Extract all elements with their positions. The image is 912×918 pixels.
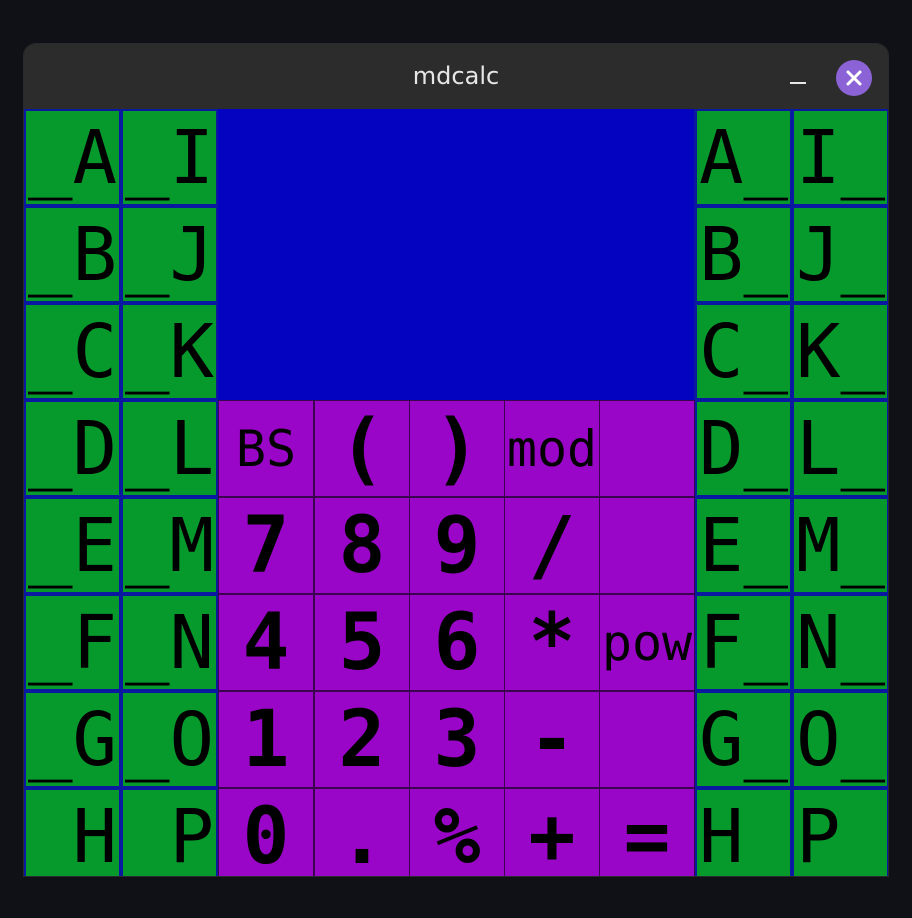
register-button-left[interactable]: _A (24, 109, 121, 206)
keypad-key[interactable]: mod (504, 400, 600, 497)
keypad-key[interactable] (599, 497, 695, 594)
keypad-key[interactable]: 1 (218, 691, 314, 788)
keypad-key[interactable]: 6 (409, 594, 505, 691)
close-icon (846, 70, 862, 86)
register-button-left[interactable]: _O (121, 691, 218, 788)
register-button-left[interactable]: _B (24, 206, 121, 303)
register-button-right[interactable]: E_ (695, 497, 792, 594)
keypad-key[interactable]: 9 (409, 497, 505, 594)
keypad-key[interactable]: pow (599, 594, 695, 691)
keypad-key[interactable]: ( (314, 400, 410, 497)
keypad-key[interactable]: + (504, 788, 600, 876)
register-button-right[interactable]: C_ (695, 303, 792, 400)
register-button-left[interactable]: _N (121, 594, 218, 691)
register-button-right[interactable]: F_ (695, 594, 792, 691)
register-button-right[interactable]: O_ (792, 691, 888, 788)
register-button-right[interactable]: I_ (792, 109, 888, 206)
register-button-right[interactable]: A_ (695, 109, 792, 206)
keypad-key[interactable] (599, 400, 695, 497)
register-button-left[interactable]: _D (24, 400, 121, 497)
register-button-right[interactable]: G_ (695, 691, 792, 788)
keypad-key[interactable]: = (599, 788, 695, 876)
register-button-left[interactable]: _G (24, 691, 121, 788)
calculator-body: _A _I _B _J _C _K _D _L _E _M _F _N _G _O _H _P A_ I_ B_ J_… (24, 109, 888, 876)
register-button-right[interactable]: L_ (792, 400, 888, 497)
keypad-key[interactable]: 3 (409, 691, 505, 788)
keypad-key[interactable]: 5 (314, 594, 410, 691)
keypad-key[interactable]: / (504, 497, 600, 594)
register-button-right[interactable]: H_ (695, 788, 792, 876)
keypad-key[interactable]: % (409, 788, 505, 876)
result-display (218, 109, 694, 400)
register-button-left[interactable]: _E (24, 497, 121, 594)
register-button-right[interactable]: B_ (695, 206, 792, 303)
window-title: mdcalc (412, 62, 500, 90)
register-button-right[interactable]: M_ (792, 497, 888, 594)
register-button-left[interactable]: _I (121, 109, 218, 206)
register-button-left[interactable]: _P (121, 788, 218, 876)
minimize-button[interactable] (784, 63, 812, 91)
title-bar: mdcalc (24, 44, 888, 110)
keypad-key[interactable] (599, 691, 695, 788)
keypad-key[interactable]: 2 (314, 691, 410, 788)
register-button-right[interactable]: K_ (792, 303, 888, 400)
register-button-right[interactable]: P_ (792, 788, 888, 876)
keypad-key[interactable]: . (314, 788, 410, 876)
register-button-left[interactable]: _K (121, 303, 218, 400)
keypad-key[interactable]: 0 (218, 788, 314, 876)
register-button-left[interactable]: _M (121, 497, 218, 594)
register-button-right[interactable]: N_ (792, 594, 888, 691)
keypad-key[interactable]: - (504, 691, 600, 788)
keypad-key[interactable]: 7 (218, 497, 314, 594)
register-button-left[interactable]: _F (24, 594, 121, 691)
keypad-key[interactable]: BS (218, 400, 314, 497)
app-window: mdcalc _A _I _B _J _C _K _D _L _E _M _F _N _G _O _H _P A… (24, 44, 888, 876)
keypad-key[interactable]: ) (409, 400, 505, 497)
keypad-key[interactable]: 4 (218, 594, 314, 691)
keypad-key[interactable]: * (504, 594, 600, 691)
register-button-left[interactable]: _J (121, 206, 218, 303)
register-button-right[interactable]: J_ (792, 206, 888, 303)
register-button-left[interactable]: _C (24, 303, 121, 400)
close-button[interactable] (836, 60, 872, 96)
register-button-left[interactable]: _L (121, 400, 218, 497)
keypad-key[interactable]: 8 (314, 497, 410, 594)
register-button-left[interactable]: _H (24, 788, 121, 876)
register-button-right[interactable]: D_ (695, 400, 792, 497)
